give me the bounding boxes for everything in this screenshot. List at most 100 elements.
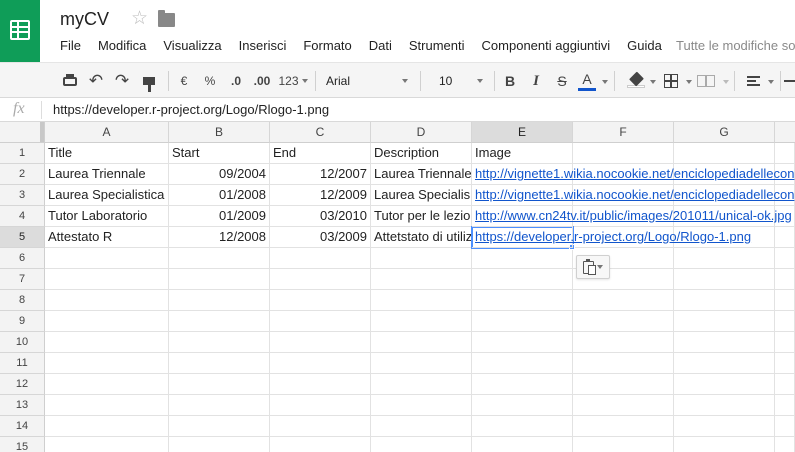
cell[interactable]	[169, 353, 270, 374]
cell[interactable]	[775, 374, 795, 395]
cell[interactable]: Laurea Triennale	[45, 164, 169, 185]
cell[interactable]	[270, 353, 371, 374]
cell[interactable]: 12/2009	[270, 185, 371, 206]
row-header[interactable]: 8	[0, 290, 45, 311]
menu-data[interactable]: Dati	[369, 38, 392, 56]
cell[interactable]	[371, 248, 472, 269]
cell[interactable]	[472, 374, 573, 395]
cell-link[interactable]: https://developer.r-project.org/Logo/Rlo…	[472, 227, 751, 248]
menu-tools[interactable]: Strumenti	[409, 38, 465, 56]
cell[interactable]	[573, 374, 674, 395]
cell[interactable]: 09/2004	[169, 164, 270, 185]
cell[interactable]	[674, 143, 775, 164]
cell[interactable]: 12/2008	[169, 227, 270, 248]
cell[interactable]	[472, 269, 573, 290]
cell[interactable]	[674, 437, 775, 452]
cell[interactable]	[45, 332, 169, 353]
cell[interactable]	[270, 311, 371, 332]
column-header-b[interactable]: B	[169, 122, 270, 143]
cell[interactable]	[169, 248, 270, 269]
cell[interactable]	[45, 374, 169, 395]
cell[interactable]	[270, 290, 371, 311]
cell[interactable]	[674, 248, 775, 269]
italic-button[interactable]: I	[527, 71, 545, 91]
cell[interactable]	[775, 311, 795, 332]
cell[interactable]	[573, 332, 674, 353]
cell[interactable]	[573, 416, 674, 437]
redo-button[interactable]: ↷	[112, 71, 132, 91]
font-family-select[interactable]: Arial	[322, 70, 412, 92]
cell[interactable]	[573, 353, 674, 374]
cell[interactable]	[775, 332, 795, 353]
fill-color-button[interactable]	[624, 71, 648, 91]
cell[interactable]	[270, 374, 371, 395]
cell[interactable]	[674, 290, 775, 311]
cell[interactable]	[169, 332, 270, 353]
cell[interactable]	[775, 395, 795, 416]
cell[interactable]: 03/2009	[270, 227, 371, 248]
menu-format[interactable]: Formato	[303, 38, 351, 56]
cell[interactable]: Laurea Specialistica	[45, 185, 169, 206]
cell[interactable]	[573, 290, 674, 311]
text-color-button[interactable]: A	[576, 71, 598, 91]
cell[interactable]	[775, 143, 795, 164]
cell[interactable]	[674, 353, 775, 374]
cell[interactable]	[270, 437, 371, 452]
cell[interactable]	[775, 290, 795, 311]
cell[interactable]	[371, 290, 472, 311]
column-header-h[interactable]	[775, 122, 795, 143]
star-icon[interactable]: ☆	[131, 9, 148, 28]
menu-file[interactable]: File	[60, 38, 81, 56]
cell[interactable]	[371, 437, 472, 452]
row-header[interactable]: 1	[0, 143, 45, 164]
cell[interactable]	[270, 395, 371, 416]
decrease-decimals-button[interactable]: .0	[226, 71, 246, 91]
cell-link[interactable]: http://vignette1.wikia.nocookie.net/enci…	[472, 185, 794, 206]
cell[interactable]	[270, 248, 371, 269]
undo-button[interactable]: ↶	[86, 71, 106, 91]
menu-addons[interactable]: Componenti aggiuntivi	[482, 38, 611, 56]
row-header[interactable]: 4	[0, 206, 45, 227]
cell[interactable]	[169, 437, 270, 452]
cell[interactable]	[472, 311, 573, 332]
cell[interactable]: Image	[472, 143, 573, 164]
column-header-e[interactable]: E	[472, 122, 573, 143]
cell[interactable]: 01/2009	[169, 206, 270, 227]
row-header[interactable]: 6	[0, 248, 45, 269]
chevron-down-icon[interactable]	[686, 80, 692, 84]
document-title[interactable]: myCV	[60, 9, 109, 30]
cell[interactable]	[45, 395, 169, 416]
cell[interactable]	[674, 416, 775, 437]
cell[interactable]: Description	[371, 143, 472, 164]
cell[interactable]	[45, 311, 169, 332]
cell[interactable]: End	[270, 143, 371, 164]
menu-view[interactable]: Visualizza	[163, 38, 221, 56]
cell[interactable]: Tutor Laboratorio	[45, 206, 169, 227]
menu-edit[interactable]: Modifica	[98, 38, 146, 56]
cell[interactable]	[674, 374, 775, 395]
sheets-logo-icon[interactable]	[0, 0, 40, 62]
strikethrough-button[interactable]: S	[553, 71, 571, 91]
cell[interactable]	[573, 143, 674, 164]
cell[interactable]	[775, 227, 795, 248]
cell[interactable]	[573, 311, 674, 332]
cell[interactable]	[472, 353, 573, 374]
row-header[interactable]: 12	[0, 374, 45, 395]
row-header[interactable]: 11	[0, 353, 45, 374]
select-all-corner[interactable]	[0, 122, 45, 143]
cell[interactable]	[472, 290, 573, 311]
more-formats-button[interactable]: 123	[277, 71, 309, 91]
cell-link[interactable]: http://www.cn24tv.it/public/images/20101…	[472, 206, 792, 227]
cell[interactable]	[775, 353, 795, 374]
cell[interactable]	[45, 248, 169, 269]
cell[interactable]	[45, 437, 169, 452]
cell[interactable]	[169, 416, 270, 437]
cell-link[interactable]: http://vignette1.wikia.nocookie.net/enci…	[472, 164, 794, 185]
borders-button[interactable]	[662, 71, 680, 91]
chevron-down-icon[interactable]	[602, 80, 608, 84]
menu-insert[interactable]: Inserisci	[239, 38, 287, 56]
cell[interactable]: Title	[45, 143, 169, 164]
increase-decimals-button[interactable]: .00	[251, 71, 273, 91]
cell[interactable]	[371, 269, 472, 290]
column-header-g[interactable]: G	[674, 122, 775, 143]
